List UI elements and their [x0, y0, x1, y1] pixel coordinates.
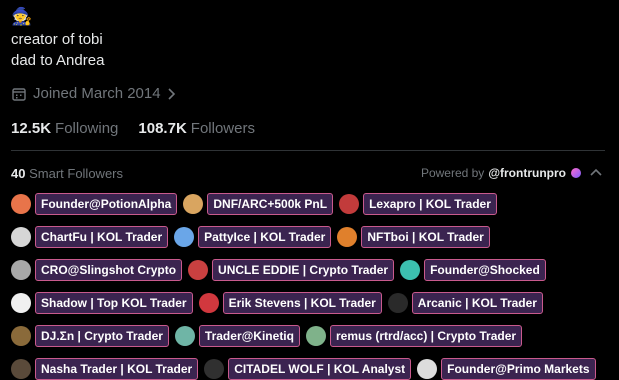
bio-line: creator of tobi: [11, 31, 103, 48]
bio-line: dad to Andrea: [11, 52, 105, 69]
smart-follower-label[interactable]: ChartFu | KOL Trader: [35, 226, 169, 248]
avatar[interactable]: [183, 194, 204, 214]
frontrunpro-logo-icon: [571, 168, 581, 178]
smart-follower-label[interactable]: DNF/ARC+500k PnL: [207, 193, 334, 215]
avatar[interactable]: [174, 227, 195, 247]
avatar[interactable]: [11, 359, 31, 379]
smart-follower-chip[interactable]: Shadow | Top KOL Trader: [11, 292, 193, 314]
avatar[interactable]: [339, 194, 360, 214]
chevron-up-icon[interactable]: [590, 168, 602, 178]
smart-follower-label[interactable]: Founder@Shocked: [424, 259, 546, 281]
smart-followers-row: CRO@Slingshot Crypto UNCLE EDDIE | Crypto…: [11, 259, 552, 281]
frontrunpro-link[interactable]: @frontrunpro: [488, 166, 566, 180]
powered-by-label: Powered by: [420, 166, 485, 180]
followers-count: 108.7K: [138, 120, 187, 137]
smart-follower-label[interactable]: PattyIce | KOL Trader: [198, 226, 332, 248]
smart-followers-row: Shadow | Top KOL Trader Erik Stevens | KO…: [11, 292, 549, 314]
smart-followers-row: DJ.Σn | Crypto Trader Trader@Kinetiq remus…: [11, 325, 528, 347]
chevron-right-icon: [168, 87, 175, 100]
avatar[interactable]: [387, 293, 408, 313]
smart-followers-label: Smart Followers: [29, 166, 124, 181]
smart-follower-label[interactable]: Nasha Trader | KOL Trader: [35, 358, 199, 380]
avatar[interactable]: [198, 293, 219, 313]
smart-follower-label[interactable]: remus (rtrd/acc) | Crypto Trader: [329, 325, 523, 347]
smart-followers-header: 40 Smart Followers: [11, 166, 123, 181]
avatar[interactable]: [11, 293, 31, 313]
avatar[interactable]: [11, 227, 31, 247]
joined-text: Joined March 2014: [33, 85, 161, 102]
smart-follower-chip[interactable]: Nasha Trader | KOL Trader: [11, 358, 199, 380]
avatar[interactable]: [188, 260, 209, 280]
smart-follower-label[interactable]: Erik Stevens | KOL Trader: [222, 292, 382, 314]
smart-follower-chip[interactable]: CITADEL WOLF | KOL Analyst: [204, 358, 412, 380]
smart-follower-chip[interactable]: DNF/ARC+500k PnL: [183, 193, 334, 215]
smart-follower-chip[interactable]: remus (rtrd/acc) | Crypto Trader: [305, 325, 523, 347]
smart-follower-label[interactable]: Lexapro | KOL Trader: [363, 193, 497, 215]
following-label: Following: [55, 120, 119, 137]
following-link[interactable]: 12.5K Following: [11, 120, 118, 137]
avatar[interactable]: [11, 260, 31, 280]
smart-follower-chip[interactable]: Founder@PotionAlpha: [11, 193, 178, 215]
smart-follower-label[interactable]: UNCLE EDDIE | Crypto Trader: [212, 259, 395, 281]
profile-emoji: 🧙: [11, 7, 33, 26]
smart-follower-chip[interactable]: Founder@Shocked: [400, 259, 546, 281]
avatar[interactable]: [11, 194, 31, 214]
smart-followers-row: Nasha Trader | KOL Trader CITADEL WOLF | …: [11, 358, 602, 380]
smart-follower-label[interactable]: CITADEL WOLF | KOL Analyst: [228, 358, 412, 380]
smart-followers-row: Founder@PotionAlpha DNF/ARC+500k PnL Lexap…: [11, 193, 503, 215]
avatar[interactable]: [337, 227, 358, 247]
smart-follower-label[interactable]: CRO@Slingshot Crypto: [35, 259, 183, 281]
smart-follower-chip[interactable]: Trader@Kinetiq: [174, 325, 300, 347]
smart-follower-label[interactable]: Trader@Kinetiq: [198, 325, 300, 347]
smart-follower-chip[interactable]: UNCLE EDDIE | Crypto Trader: [188, 259, 395, 281]
smart-follower-chip[interactable]: PattyIce | KOL Trader: [174, 226, 332, 248]
smart-follower-label[interactable]: Founder@Primo Markets: [441, 358, 596, 380]
followers-label: Followers: [190, 120, 255, 137]
smart-followers-count: 40: [11, 166, 26, 181]
following-count: 12.5K: [11, 120, 52, 137]
smart-follower-label[interactable]: NFTboi | KOL Trader: [361, 226, 490, 248]
followers-link[interactable]: 108.7K Followers: [138, 120, 255, 137]
avatar[interactable]: [417, 359, 438, 379]
avatar[interactable]: [204, 359, 225, 379]
smart-follower-chip[interactable]: Lexapro | KOL Trader: [339, 193, 497, 215]
smart-follower-chip[interactable]: DJ.Σn | Crypto Trader: [11, 325, 169, 347]
smart-follower-chip[interactable]: CRO@Slingshot Crypto: [11, 259, 183, 281]
smart-follower-label[interactable]: Shadow | Top KOL Trader: [35, 292, 193, 314]
smart-follower-chip[interactable]: Founder@Primo Markets: [417, 358, 596, 380]
smart-follower-label[interactable]: DJ.Σn | Crypto Trader: [35, 325, 169, 347]
divider: [11, 150, 605, 151]
avatar[interactable]: [400, 260, 421, 280]
avatar[interactable]: [174, 326, 195, 346]
avatar[interactable]: [11, 326, 31, 346]
smart-follower-label[interactable]: Arcanic | KOL Trader: [411, 292, 543, 314]
joined-date[interactable]: Joined March 2014: [11, 85, 183, 102]
smart-follower-chip[interactable]: Arcanic | KOL Trader: [387, 292, 543, 314]
smart-follower-label[interactable]: Founder@PotionAlpha: [35, 193, 178, 215]
smart-follower-chip[interactable]: ChartFu | KOL Trader: [11, 226, 169, 248]
smart-follower-chip[interactable]: Erik Stevens | KOL Trader: [198, 292, 382, 314]
avatar[interactable]: [305, 326, 326, 346]
powered-by: Powered by @frontrunpro: [421, 166, 602, 180]
smart-followers-row: ChartFu | KOL Trader PattyIce | KOL Trade…: [11, 226, 496, 248]
calendar-icon: [12, 87, 26, 101]
smart-follower-chip[interactable]: NFTboi | KOL Trader: [337, 226, 490, 248]
